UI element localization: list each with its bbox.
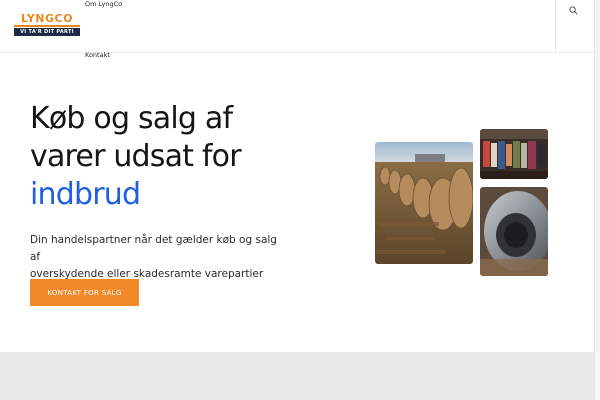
site-header: LYNGCO VI TA'R DIT PARTI Om LyngCo Konta… xyxy=(0,0,594,59)
steel-coil-photo xyxy=(480,187,548,276)
clothing-store-photo xyxy=(480,129,548,179)
next-section-band xyxy=(0,352,594,400)
hero-title-line-2: varer udsat for xyxy=(30,139,242,174)
hero-subtitle: Din handelspartner når det gælder køb og… xyxy=(30,232,290,283)
nav-item-om-lyngco[interactable]: Om LyngCo xyxy=(85,0,122,8)
search-button[interactable] xyxy=(569,0,581,15)
logo-wordmark: LYNGCO xyxy=(21,12,73,25)
logo-tagline: VI TA'R DIT PARTI xyxy=(14,28,80,36)
nav-item-kontakt[interactable]: Kontakt xyxy=(85,51,110,59)
cable-drums-photo xyxy=(375,142,473,264)
hero-subtitle-line-1: Din handelspartner når det gælder køb og… xyxy=(30,234,277,263)
hero-title-line-1: Køb og salg af xyxy=(30,101,233,136)
page-scrollbar[interactable] xyxy=(594,0,600,400)
logo-stripe xyxy=(14,25,80,27)
hero-title-accent: indbrud xyxy=(30,177,141,212)
hero-title: Køb og salg af varer udsat for indbrud xyxy=(30,100,290,214)
search-icon xyxy=(569,6,578,15)
contact-for-sale-button[interactable]: KONTAKT FOR SALG xyxy=(30,279,139,306)
header-divider xyxy=(555,0,556,52)
lyngco-logo[interactable]: LYNGCO VI TA'R DIT PARTI xyxy=(13,12,81,40)
